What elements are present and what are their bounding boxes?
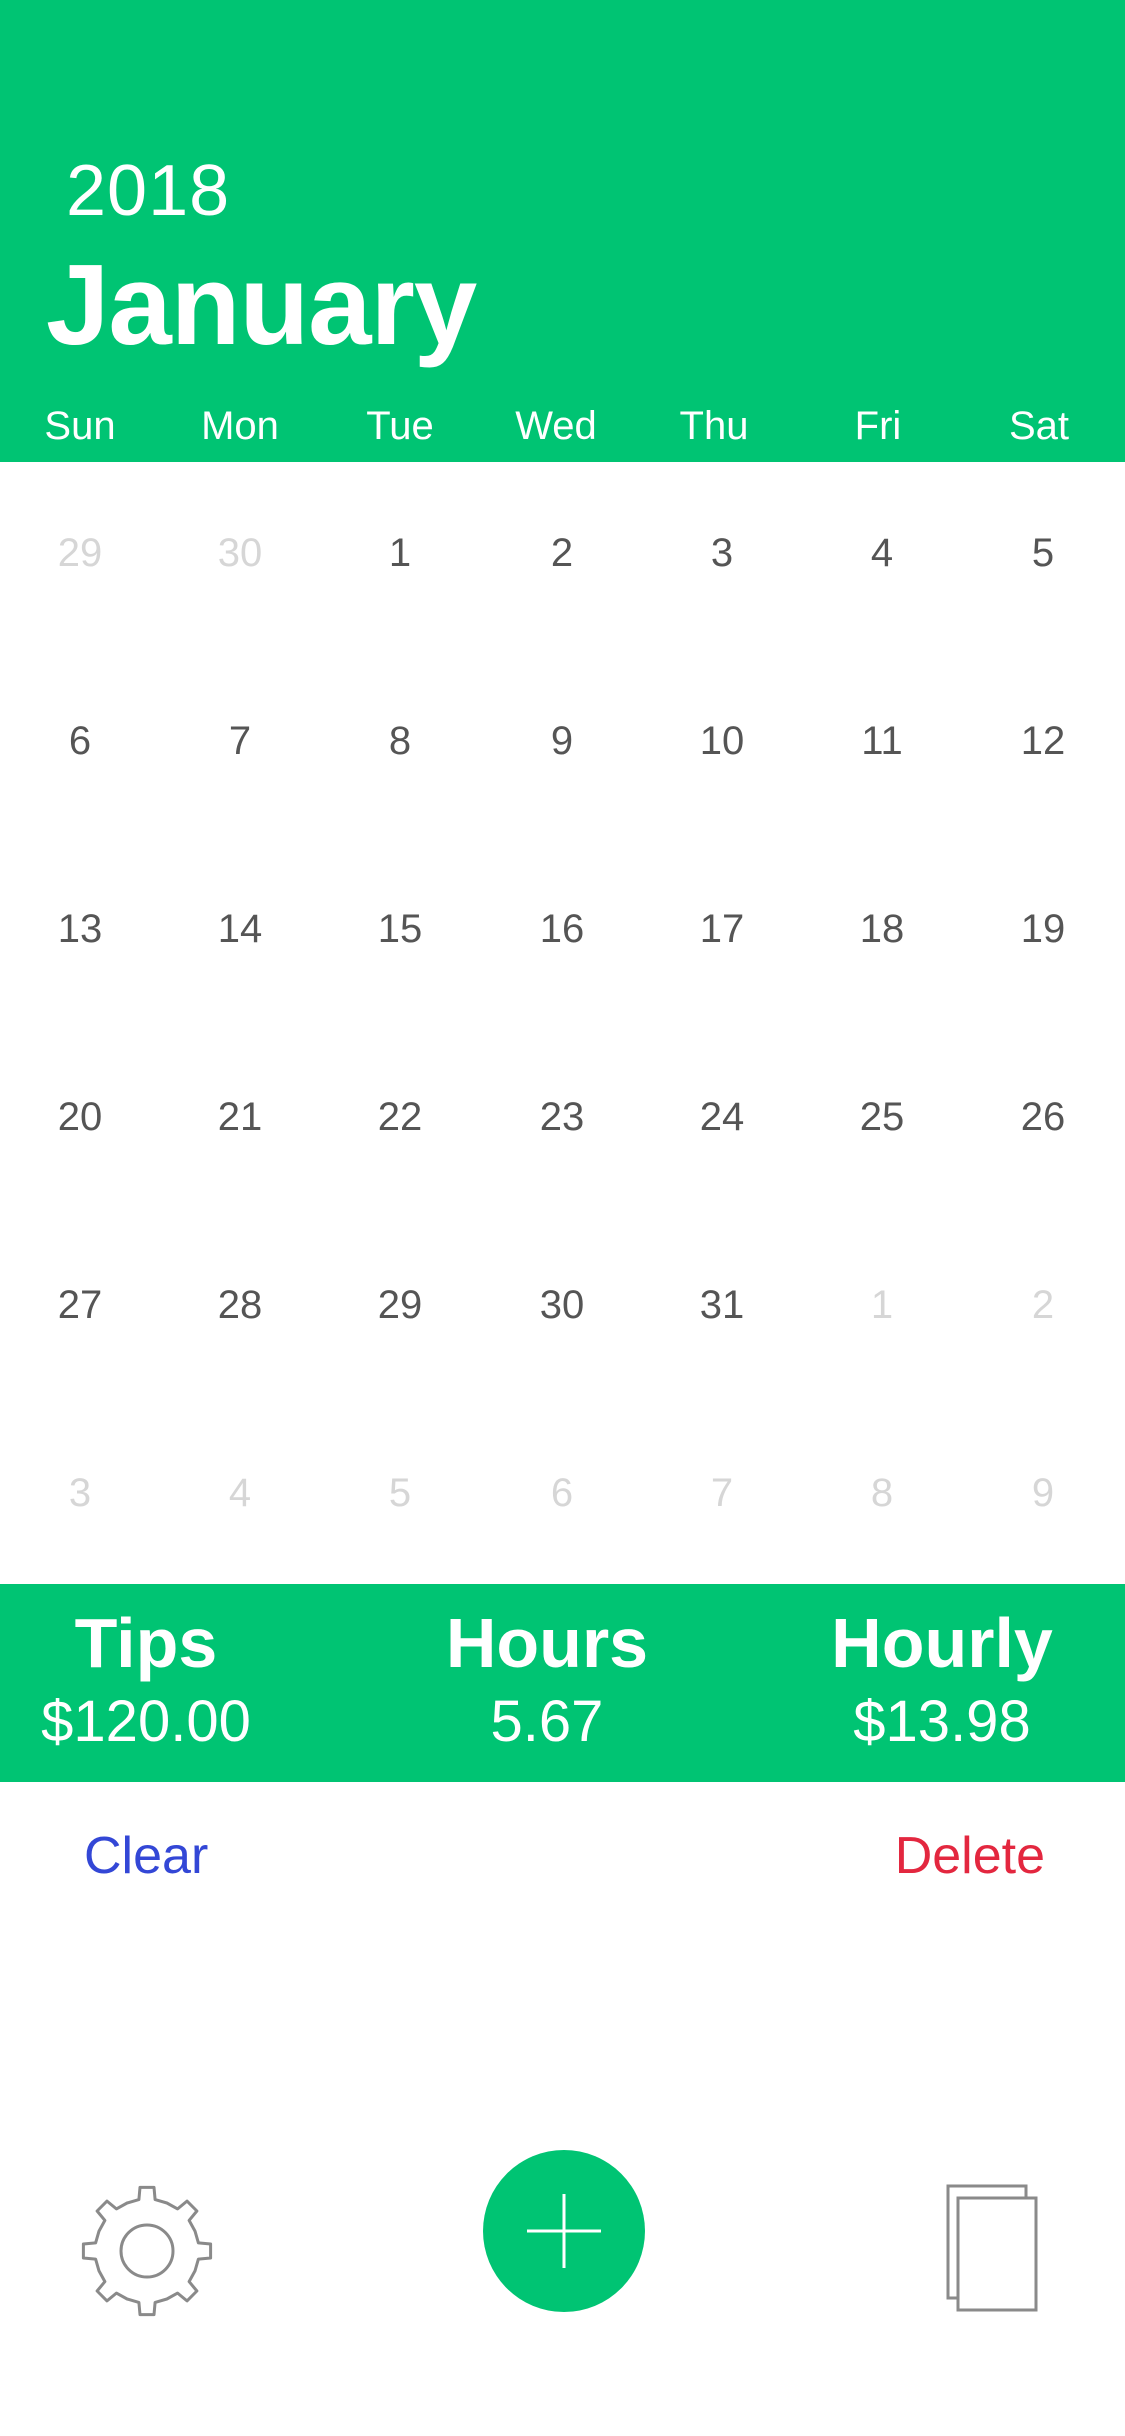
calendar-day[interactable]: 27 [10,1265,150,1345]
calendar-day-outside-month[interactable]: 4 [170,1453,310,1533]
calendar-day-outside-month[interactable]: 1 [812,1265,952,1345]
calendar-day[interactable]: 28 [170,1265,310,1345]
calendar-day[interactable]: 16 [492,889,632,969]
calendar-day[interactable]: 4 [812,513,952,593]
weekday-mon: Mon [201,404,279,448]
copy-button[interactable] [944,2182,1040,2314]
calendar-day-outside-month[interactable]: 7 [652,1453,792,1533]
hours-stat: Hours 5.67 [357,1604,737,1758]
weekday-sat: Sat [1008,404,1070,448]
clear-button[interactable]: Clear [84,1826,208,1886]
calendar-day[interactable]: 29 [330,1265,470,1345]
weekday-wed: Wed [515,404,597,448]
weekday-sun: Sun [44,404,116,448]
hours-label: Hours [445,1604,649,1682]
calendar-day[interactable]: 2 [492,513,632,593]
calendar-day[interactable]: 7 [170,701,310,781]
calendar-day[interactable]: 14 [170,889,310,969]
weekday-thu: Thu [679,404,749,448]
calendar-grid: 29 30 1 2 3 4 5 6 7 8 9 10 11 12 13 14 15 16 17 18 19 20 21 22 2… [0,462,1125,1584]
calendar-day[interactable]: 9 [492,701,632,781]
calendar-day[interactable]: 13 [10,889,150,969]
hourly-value: $13.98 [853,1689,1031,1754]
calendar-day[interactable]: 22 [330,1077,470,1157]
summary-bar: Tips $120.00 Hours 5.67 Hourly $13.98 [0,1584,1125,1782]
calendar-day[interactable]: 17 [652,889,792,969]
calendar-day-outside-month[interactable]: 2 [973,1265,1113,1345]
calendar-day[interactable]: 25 [812,1077,952,1157]
calendar-day[interactable]: 12 [973,701,1113,781]
calendar-day[interactable]: 8 [330,701,470,781]
calendar-day-outside-month[interactable]: 3 [10,1453,150,1533]
weekday-row: Sun Mon Tue Wed Thu Fri Sat [0,404,1125,454]
calendar-day[interactable]: 19 [973,889,1113,969]
tips-value: $120.00 [41,1689,251,1754]
month-title: January [46,242,477,369]
calendar-day[interactable]: 20 [10,1077,150,1157]
calendar-day[interactable]: 11 [812,701,952,781]
weekday-fri: Fri [854,404,902,448]
calendar-day-outside-month[interactable]: 8 [812,1453,952,1533]
calendar-header: 2018 January Sun Mon Tue Wed Thu Fri Sat [0,0,1125,462]
gear-icon [81,2185,213,2317]
calendar-day[interactable]: 3 [652,513,792,593]
calendar-day[interactable]: 26 [973,1077,1113,1157]
calendar-day[interactable]: 6 [10,701,150,781]
calendar-day[interactable]: 31 [652,1265,792,1345]
settings-button[interactable] [78,2182,216,2320]
calendar-day[interactable]: 24 [652,1077,792,1157]
copy-icon [946,2184,1038,2312]
calendar-day[interactable]: 10 [652,701,792,781]
tips-stat: Tips $120.00 [0,1604,336,1758]
hours-value: 5.67 [490,1689,604,1754]
calendar-day[interactable]: 30 [492,1265,632,1345]
calendar-day-outside-month[interactable]: 6 [492,1453,632,1533]
calendar-day-outside-month[interactable]: 9 [973,1453,1113,1533]
tips-label: Tips [74,1604,218,1682]
calendar-day-outside-month[interactable]: 5 [330,1453,470,1533]
hourly-label: Hourly [831,1604,1053,1682]
calendar-day[interactable]: 15 [330,889,470,969]
weekday-tue: Tue [366,404,434,448]
calendar-day-outside-month[interactable]: 30 [170,513,310,593]
calendar-day[interactable]: 21 [170,1077,310,1157]
calendar-day[interactable]: 23 [492,1077,632,1157]
calendar-day[interactable]: 1 [330,513,470,593]
calendar-day-outside-month[interactable]: 29 [10,513,150,593]
hourly-stat: Hourly $13.98 [752,1604,1125,1758]
calendar-day[interactable]: 5 [973,513,1113,593]
calendar-day[interactable]: 18 [812,889,952,969]
add-entry-button[interactable] [483,2150,645,2312]
delete-button[interactable]: Delete [895,1826,1045,1886]
year-label: 2018 [66,151,231,231]
plus-icon [527,2194,601,2268]
